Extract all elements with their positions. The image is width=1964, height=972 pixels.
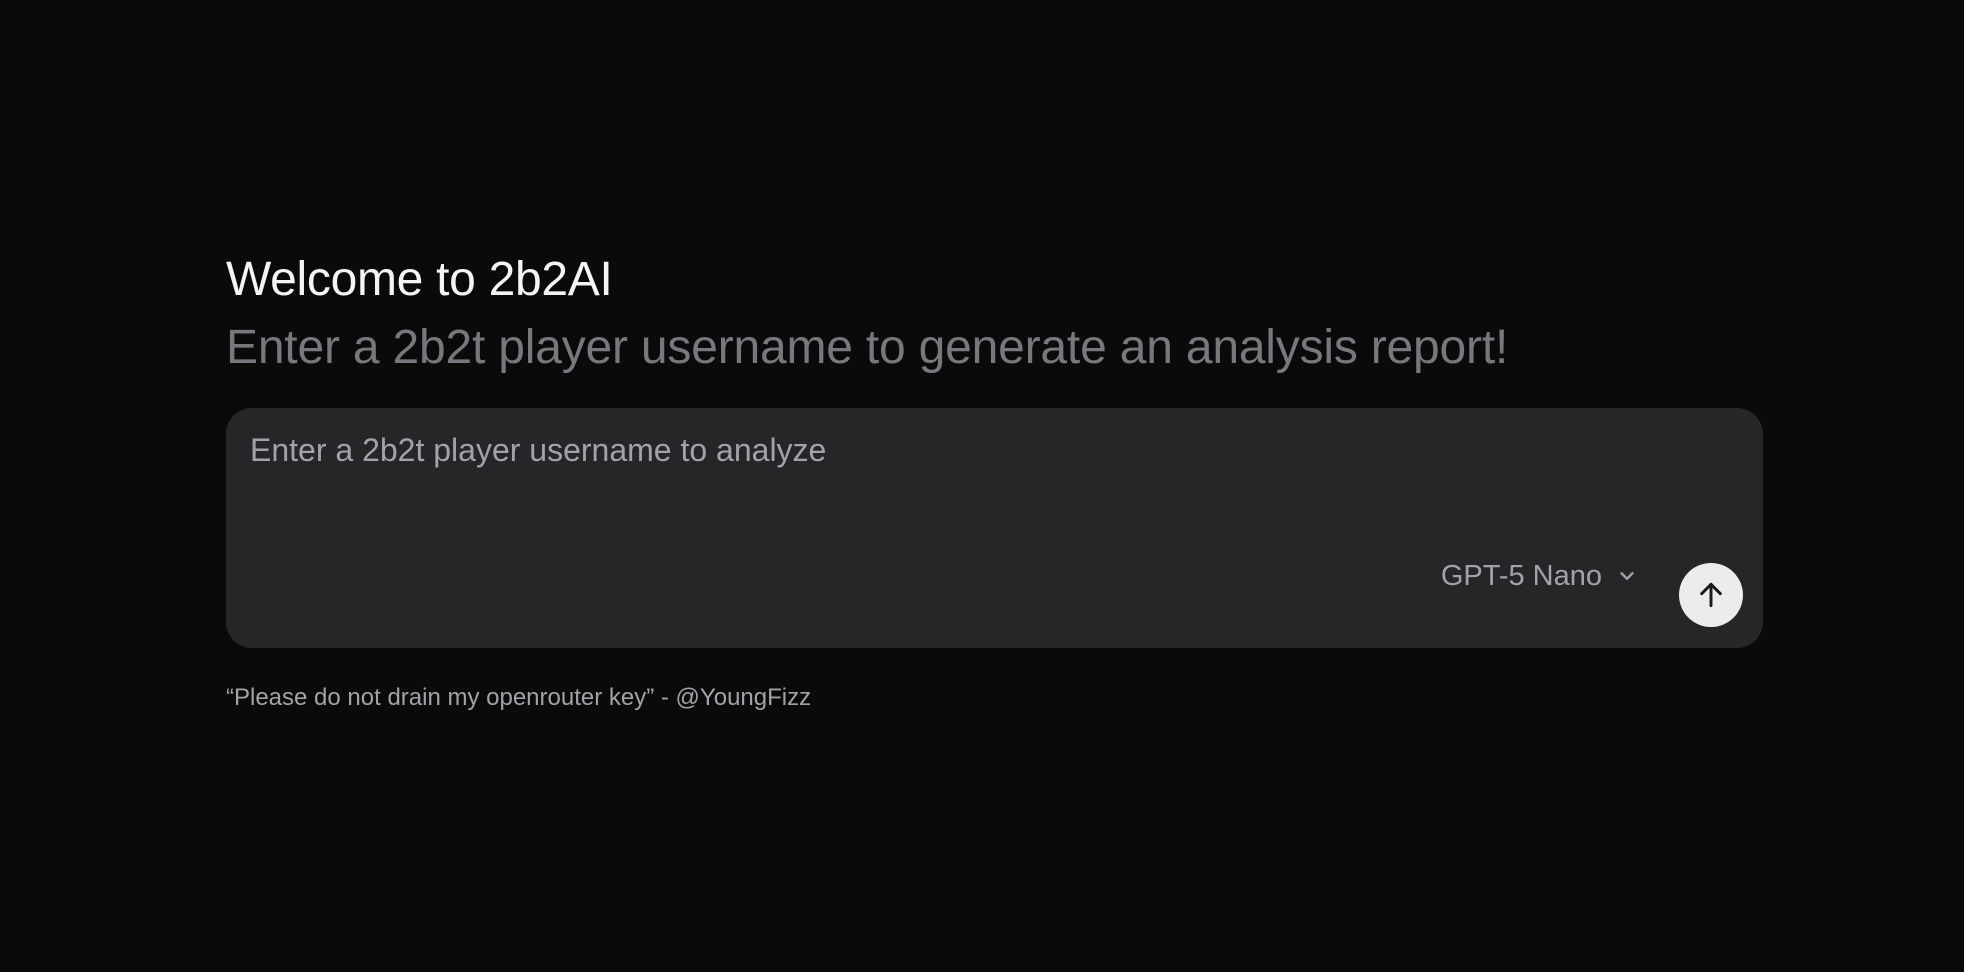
footer-quote: “Please do not drain my openrouter key” …: [226, 684, 812, 711]
main-content: Welcome to 2b2AI Enter a 2b2t player use…: [226, 250, 1763, 712]
page: Welcome to 2b2AI Enter a 2b2t player use…: [0, 0, 1964, 972]
chevron-down-icon: [1616, 565, 1638, 587]
prompt-composer: GPT-5 Nano: [226, 408, 1763, 648]
username-input[interactable]: [250, 428, 1730, 528]
model-selector-label: GPT-5 Nano: [1440, 559, 1602, 592]
page-subtitle: Enter a 2b2t player username to generate…: [226, 321, 1509, 374]
page-title: Welcome to 2b2AI: [226, 253, 613, 306]
model-selector[interactable]: GPT-5 Nano: [1441, 554, 1638, 598]
send-button[interactable]: [1679, 563, 1743, 627]
arrow-up-icon: [1695, 579, 1727, 611]
